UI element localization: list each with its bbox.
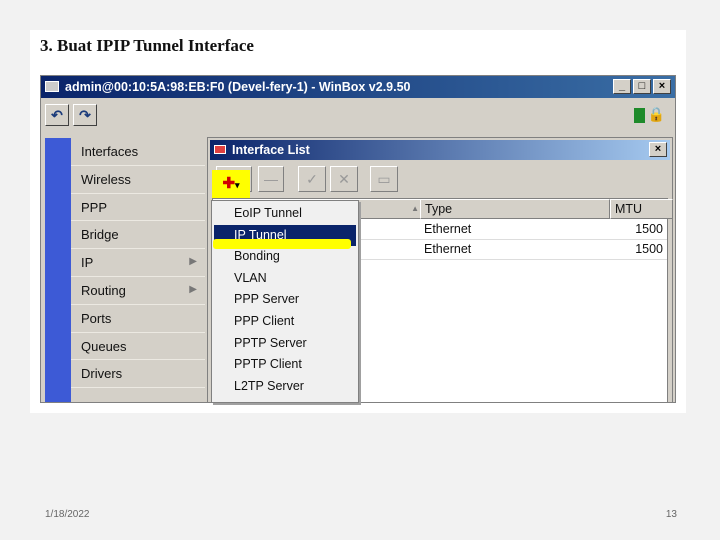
connection-status-indicator: [634, 108, 645, 123]
comment-button[interactable]: ▭: [370, 166, 398, 192]
chevron-down-icon: ▾: [235, 180, 240, 190]
sidebar-item-queues[interactable]: Queues: [71, 333, 205, 361]
slide-page-number: 13: [665, 509, 677, 520]
window-title: admin@00:10:5A:98:EB:F0 (Devel-fery-1) -…: [65, 80, 411, 94]
sidebar-strip: [45, 138, 71, 402]
sidebar-menu: Interfaces Wireless PPP Bridge IP ▶ Routi…: [71, 138, 205, 402]
menu-item-label: PPP Server: [234, 292, 300, 307]
lock-icon: 🔒: [647, 106, 665, 122]
sidebar-item-label: Queues: [81, 338, 127, 354]
sidebar: Interfaces Wireless PPP Bridge IP ▶ Routi…: [45, 138, 205, 402]
interface-list-titlebar[interactable]: Interface List ×: [210, 140, 670, 160]
main-toolbar: ↶ ↷: [41, 98, 675, 132]
sidebar-item-label: Interfaces: [81, 144, 139, 159]
disable-button[interactable]: ✕: [330, 166, 358, 192]
menu-item-ppp-server[interactable]: PPP Server: [212, 289, 358, 311]
slide-heading: 3. Buat IPIP Tunnel Interface: [30, 30, 686, 70]
plus-icon: ✚: [222, 175, 236, 192]
cell-mtu: 1500: [635, 242, 663, 256]
menu-item-pptp-client[interactable]: PPTP Client: [212, 354, 358, 376]
menu-item-label: L2TP Server: [234, 378, 304, 393]
column-header-mtu[interactable]: MTU: [610, 199, 673, 219]
chevron-right-icon: ▶: [189, 283, 197, 295]
maximize-button[interactable]: □: [633, 79, 651, 94]
winbox-titlebar[interactable]: admin@00:10:5A:98:EB:F0 (Devel-fery-1) -…: [41, 76, 675, 98]
cell-mtu: 1500: [635, 222, 663, 236]
sidebar-item-ppp[interactable]: PPP: [71, 194, 205, 222]
sidebar-item-label: Routing: [81, 282, 126, 298]
sidebar-item-label: PPP: [81, 199, 108, 215]
check-icon: ✓: [306, 171, 318, 187]
redo-icon: ↷: [79, 107, 91, 123]
minus-icon: —: [264, 171, 278, 187]
cell-type: Ethernet: [424, 222, 472, 236]
sidebar-item-wireless[interactable]: Wireless: [71, 166, 205, 194]
comment-icon: ▭: [377, 171, 391, 187]
window-icon: [45, 81, 59, 92]
slide-date: 1/18/2022: [45, 509, 90, 520]
menu-item-label: VLAN: [234, 270, 267, 285]
menu-item-bonding[interactable]: Bonding: [212, 246, 358, 268]
add-interface-menu: EoIP Tunnel IP Tunnel Bonding VLAN PPP S…: [211, 200, 359, 403]
minimize-button[interactable]: _: [613, 79, 631, 94]
enable-button[interactable]: ✓: [298, 166, 326, 192]
undo-button[interactable]: ↶: [45, 104, 69, 126]
interface-list-title: Interface List: [232, 143, 310, 157]
menu-item-label: PPP Client: [234, 313, 295, 328]
selection-highlight-mark: [213, 239, 351, 249]
cross-icon: ✕: [338, 171, 350, 187]
sidebar-item-label: Ports: [81, 310, 112, 326]
menu-item-label: PPTP Server: [234, 335, 307, 350]
sort-ascending-icon: ▲: [411, 204, 419, 213]
remove-button[interactable]: —: [258, 166, 284, 192]
cell-type: Ethernet: [424, 242, 472, 256]
sidebar-item-ip[interactable]: IP ▶: [71, 249, 205, 277]
column-header-type[interactable]: Type: [420, 199, 610, 219]
interface-list-close-button[interactable]: ×: [649, 142, 667, 157]
add-button-overlay[interactable]: ✚▾: [214, 172, 248, 196]
sidebar-item-label: Bridge: [81, 227, 119, 243]
menu-item-l2tp-server[interactable]: L2TP Server: [212, 376, 358, 398]
menu-item-label: Bonding: [234, 249, 280, 264]
close-button[interactable]: ×: [653, 79, 671, 94]
sidebar-item-interfaces[interactable]: Interfaces: [71, 138, 205, 166]
interface-list-toolbar: ✚▾ — ✓ ✕ ▭: [212, 166, 668, 194]
undo-icon: ↶: [51, 107, 63, 123]
sidebar-item-label: IP: [81, 255, 94, 271]
sidebar-item-bridge[interactable]: Bridge: [71, 221, 205, 250]
sidebar-item-ports[interactable]: Ports: [71, 305, 205, 333]
interface-list-icon: [214, 145, 226, 154]
window-controls: _ □ ×: [613, 79, 671, 94]
menu-item-ppp-client[interactable]: PPP Client: [212, 311, 358, 333]
menu-item-label: EoIP Tunnel: [234, 206, 302, 220]
sidebar-item-routing[interactable]: Routing ▶: [71, 277, 205, 305]
menu-item-eoip-tunnel[interactable]: EoIP Tunnel: [212, 203, 358, 225]
sidebar-item-drivers[interactable]: Drivers: [71, 360, 205, 389]
menu-item-label: PPTP Client: [234, 357, 302, 372]
redo-button[interactable]: ↷: [73, 104, 97, 126]
chevron-right-icon: ▶: [189, 256, 197, 268]
sidebar-item-label: Drivers: [81, 366, 123, 382]
sidebar-item-label: Wireless: [81, 171, 131, 187]
menu-item-vlan[interactable]: VLAN: [212, 268, 358, 290]
menu-item-pptp-server[interactable]: PPTP Server: [212, 333, 358, 355]
